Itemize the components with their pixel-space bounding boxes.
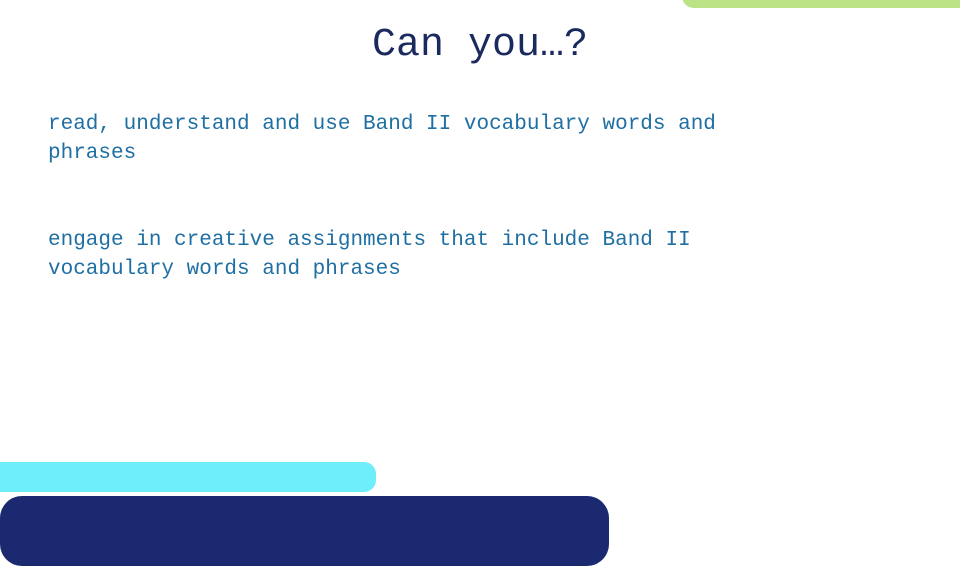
decorative-navy-bar bbox=[0, 496, 609, 566]
decorative-cyan-bar bbox=[0, 462, 376, 492]
slide-title: Can you…? bbox=[371, 23, 589, 68]
objective-item: read, understand and use Band II vocabul… bbox=[48, 113, 716, 165]
objective-item: engage in creative assignments that incl… bbox=[48, 229, 691, 281]
decorative-green-bar bbox=[682, 0, 960, 8]
